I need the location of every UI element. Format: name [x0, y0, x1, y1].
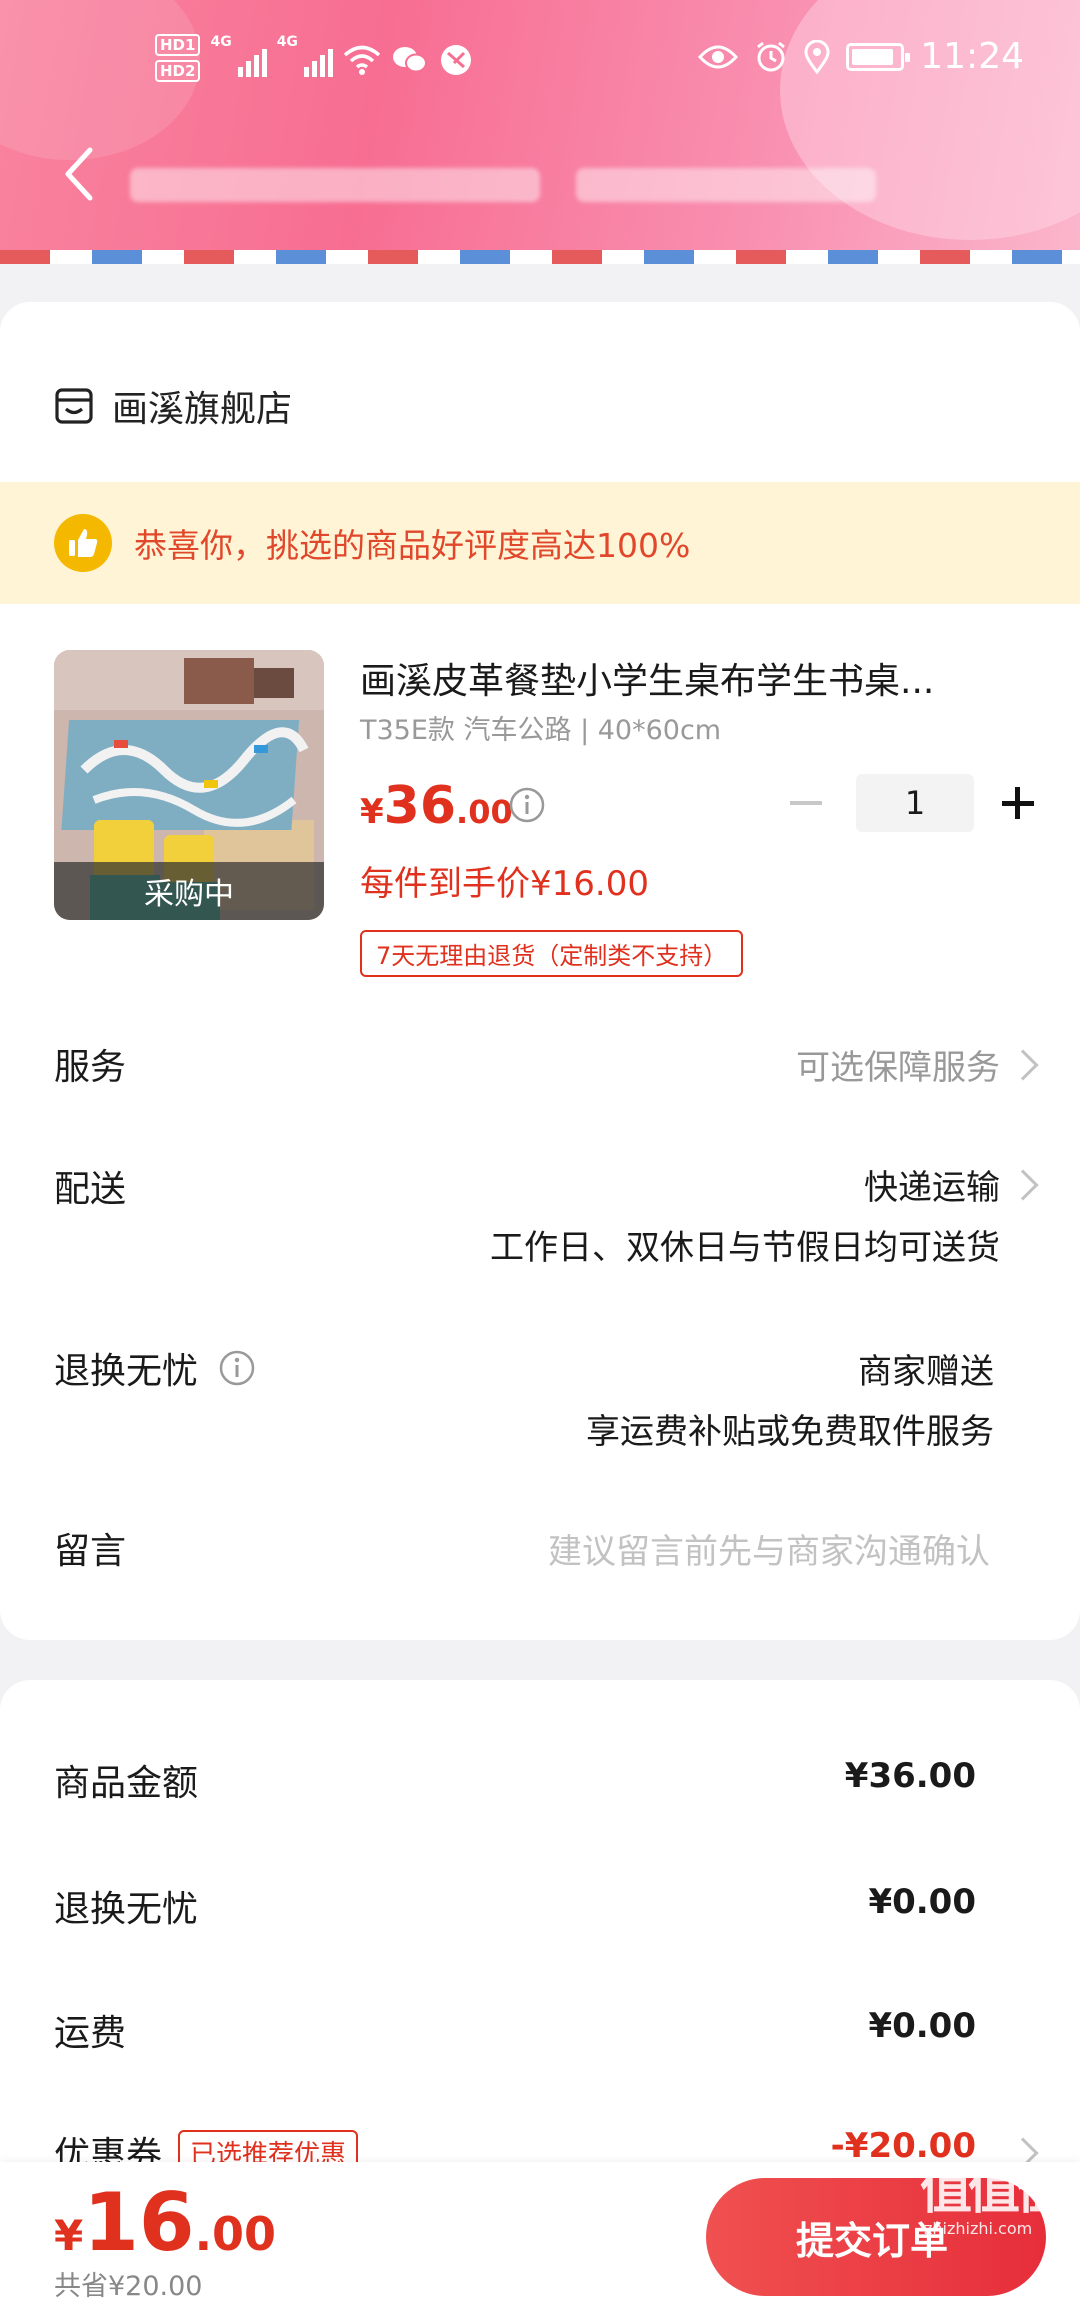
back-arrow-icon[interactable]	[52, 144, 112, 204]
hd-badges: HD1 HD2	[155, 34, 201, 86]
worry-free-amount-label: 退换无忧	[54, 1889, 199, 1930]
total-symbol: ¥	[54, 2211, 84, 2260]
quantity-stepper: 1	[786, 774, 1038, 832]
shipping-label: 运费	[54, 2013, 127, 2054]
worry-free-row-label: 退换无忧	[54, 1342, 256, 1394]
product-image[interactable]: 采购中	[54, 650, 324, 920]
eye-icon	[698, 45, 739, 68]
clock: 11:24	[920, 36, 1024, 77]
delivery-sub: 工作日、双休日与节假日均可送货	[490, 1228, 1000, 1268]
wifi-icon	[343, 45, 381, 75]
worry-free-amount-value: ¥0.00	[868, 1882, 976, 1922]
praise-banner: 恭喜你，挑选的商品好评度高达100%	[0, 482, 1080, 604]
worry-free-value: 商家赠送	[858, 1352, 994, 1392]
nav-bar	[0, 130, 1080, 220]
quantity-value[interactable]: 1	[856, 774, 974, 832]
battery-icon	[846, 42, 911, 71]
network-type-2: 4G	[276, 34, 298, 50]
hd1-badge: HD1	[155, 34, 201, 56]
hand-price: 每件到手价¥16.00	[360, 864, 649, 904]
airmail-border	[0, 250, 1080, 264]
store-row[interactable]: 画溪旗舰店	[54, 380, 292, 432]
location-icon	[804, 39, 830, 74]
worry-free-sub: 享运费补贴或免费取件服务	[586, 1412, 994, 1452]
goods-amount-label: 商品金额	[54, 1763, 199, 1804]
shipping-value: ¥0.00	[868, 2006, 976, 2046]
checkout-bar: ¥ 16 .00 共省¥20.00 提交订单	[0, 2162, 1080, 2310]
chevron-right-icon[interactable]	[1007, 1169, 1039, 1201]
goods-amount-value: ¥36.00	[844, 1756, 976, 1796]
product-price: ¥ 36 .00	[360, 776, 513, 836]
network-type-1: 4G	[210, 34, 232, 50]
message-input[interactable]: 建议留言前先与商家沟通确认	[548, 1524, 990, 1573]
image-badge: 采购中	[54, 862, 324, 920]
worry-free-label: 退换无忧	[54, 1351, 199, 1392]
product-spec[interactable]: T35E款 汽车公路 | 40*60cm	[360, 708, 721, 747]
service-value[interactable]: 可选保障服务	[796, 1040, 1000, 1089]
info-icon[interactable]	[508, 786, 546, 824]
status-right: 11:24	[698, 36, 1024, 77]
message-label: 留言	[54, 1531, 127, 1572]
total-integer: 16	[83, 2176, 195, 2269]
alarm-icon	[757, 41, 786, 71]
order-card: 画溪旗舰店 恭喜你，挑选的商品好评度高达100% 采购中 画溪皮革餐垫小学生桌布…	[0, 302, 1080, 1640]
price-symbol: ¥	[360, 792, 384, 832]
delivery-value[interactable]: 快递运输	[864, 1160, 1000, 1209]
store-name: 画溪旗舰店	[112, 389, 293, 430]
signal-icon	[303, 43, 333, 77]
saved-amount: 共省¥20.00	[54, 2271, 203, 2302]
watermark-logo: 值值值	[920, 2161, 1068, 2221]
price-integer: 36	[383, 776, 457, 836]
status-left: HD1 HD2 4G 4G	[155, 34, 473, 86]
return-policy-tag: 7天无理由退货（定制类不支持）	[360, 930, 744, 977]
header: HD1 HD2 4G 4G 11:24	[0, 0, 1080, 250]
praise-text: 恭喜你，挑选的商品好评度高达100%	[134, 526, 691, 565]
hd2-badge: HD2	[155, 60, 201, 82]
total-decimal: .00	[194, 2207, 277, 2261]
nav-title-blurred	[130, 168, 876, 202]
signal-icon	[237, 43, 267, 77]
price-decimal: .00	[456, 793, 513, 831]
chevron-right-icon[interactable]	[1007, 1049, 1039, 1081]
increase-button[interactable]	[998, 783, 1038, 823]
decrease-button[interactable]	[786, 783, 826, 823]
wechat-icon	[392, 47, 427, 73]
delivery-label: 配送	[54, 1169, 127, 1210]
product-title[interactable]: 画溪皮革餐垫小学生桌布学生书桌...	[360, 652, 1000, 704]
watermark: 值值值 zhizhizhi.com	[920, 2148, 1068, 2238]
info-icon[interactable]	[218, 1349, 256, 1387]
service-label: 服务	[54, 1047, 127, 1088]
store-icon	[55, 388, 93, 424]
app-notification-icon	[440, 45, 471, 75]
status-bar: HD1 HD2 4G 4G 11:24	[0, 28, 1080, 98]
thumbs-up-icon	[54, 514, 112, 572]
total-price: ¥ 16 .00	[54, 2176, 276, 2269]
